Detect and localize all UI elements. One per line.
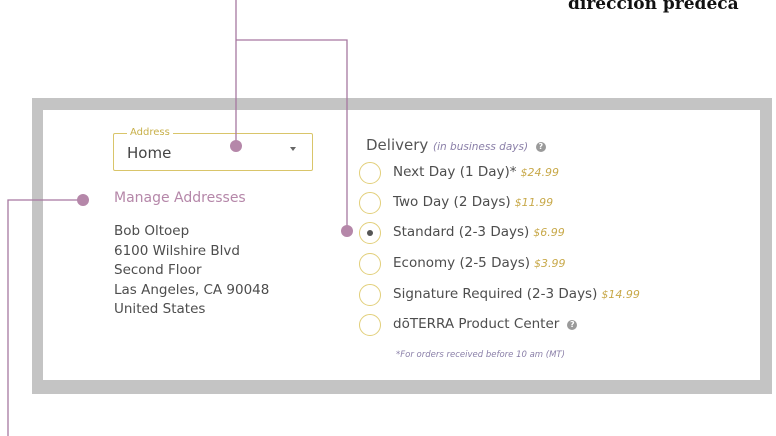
- callout-lines: [7, 0, 353, 436]
- callout-dot-delivery: [341, 225, 353, 237]
- callout-line-manage: [7, 199, 83, 436]
- callout-dot-address: [230, 140, 242, 152]
- callout-line-delivery: [236, 39, 348, 231]
- callout-dot-manage: [77, 194, 89, 206]
